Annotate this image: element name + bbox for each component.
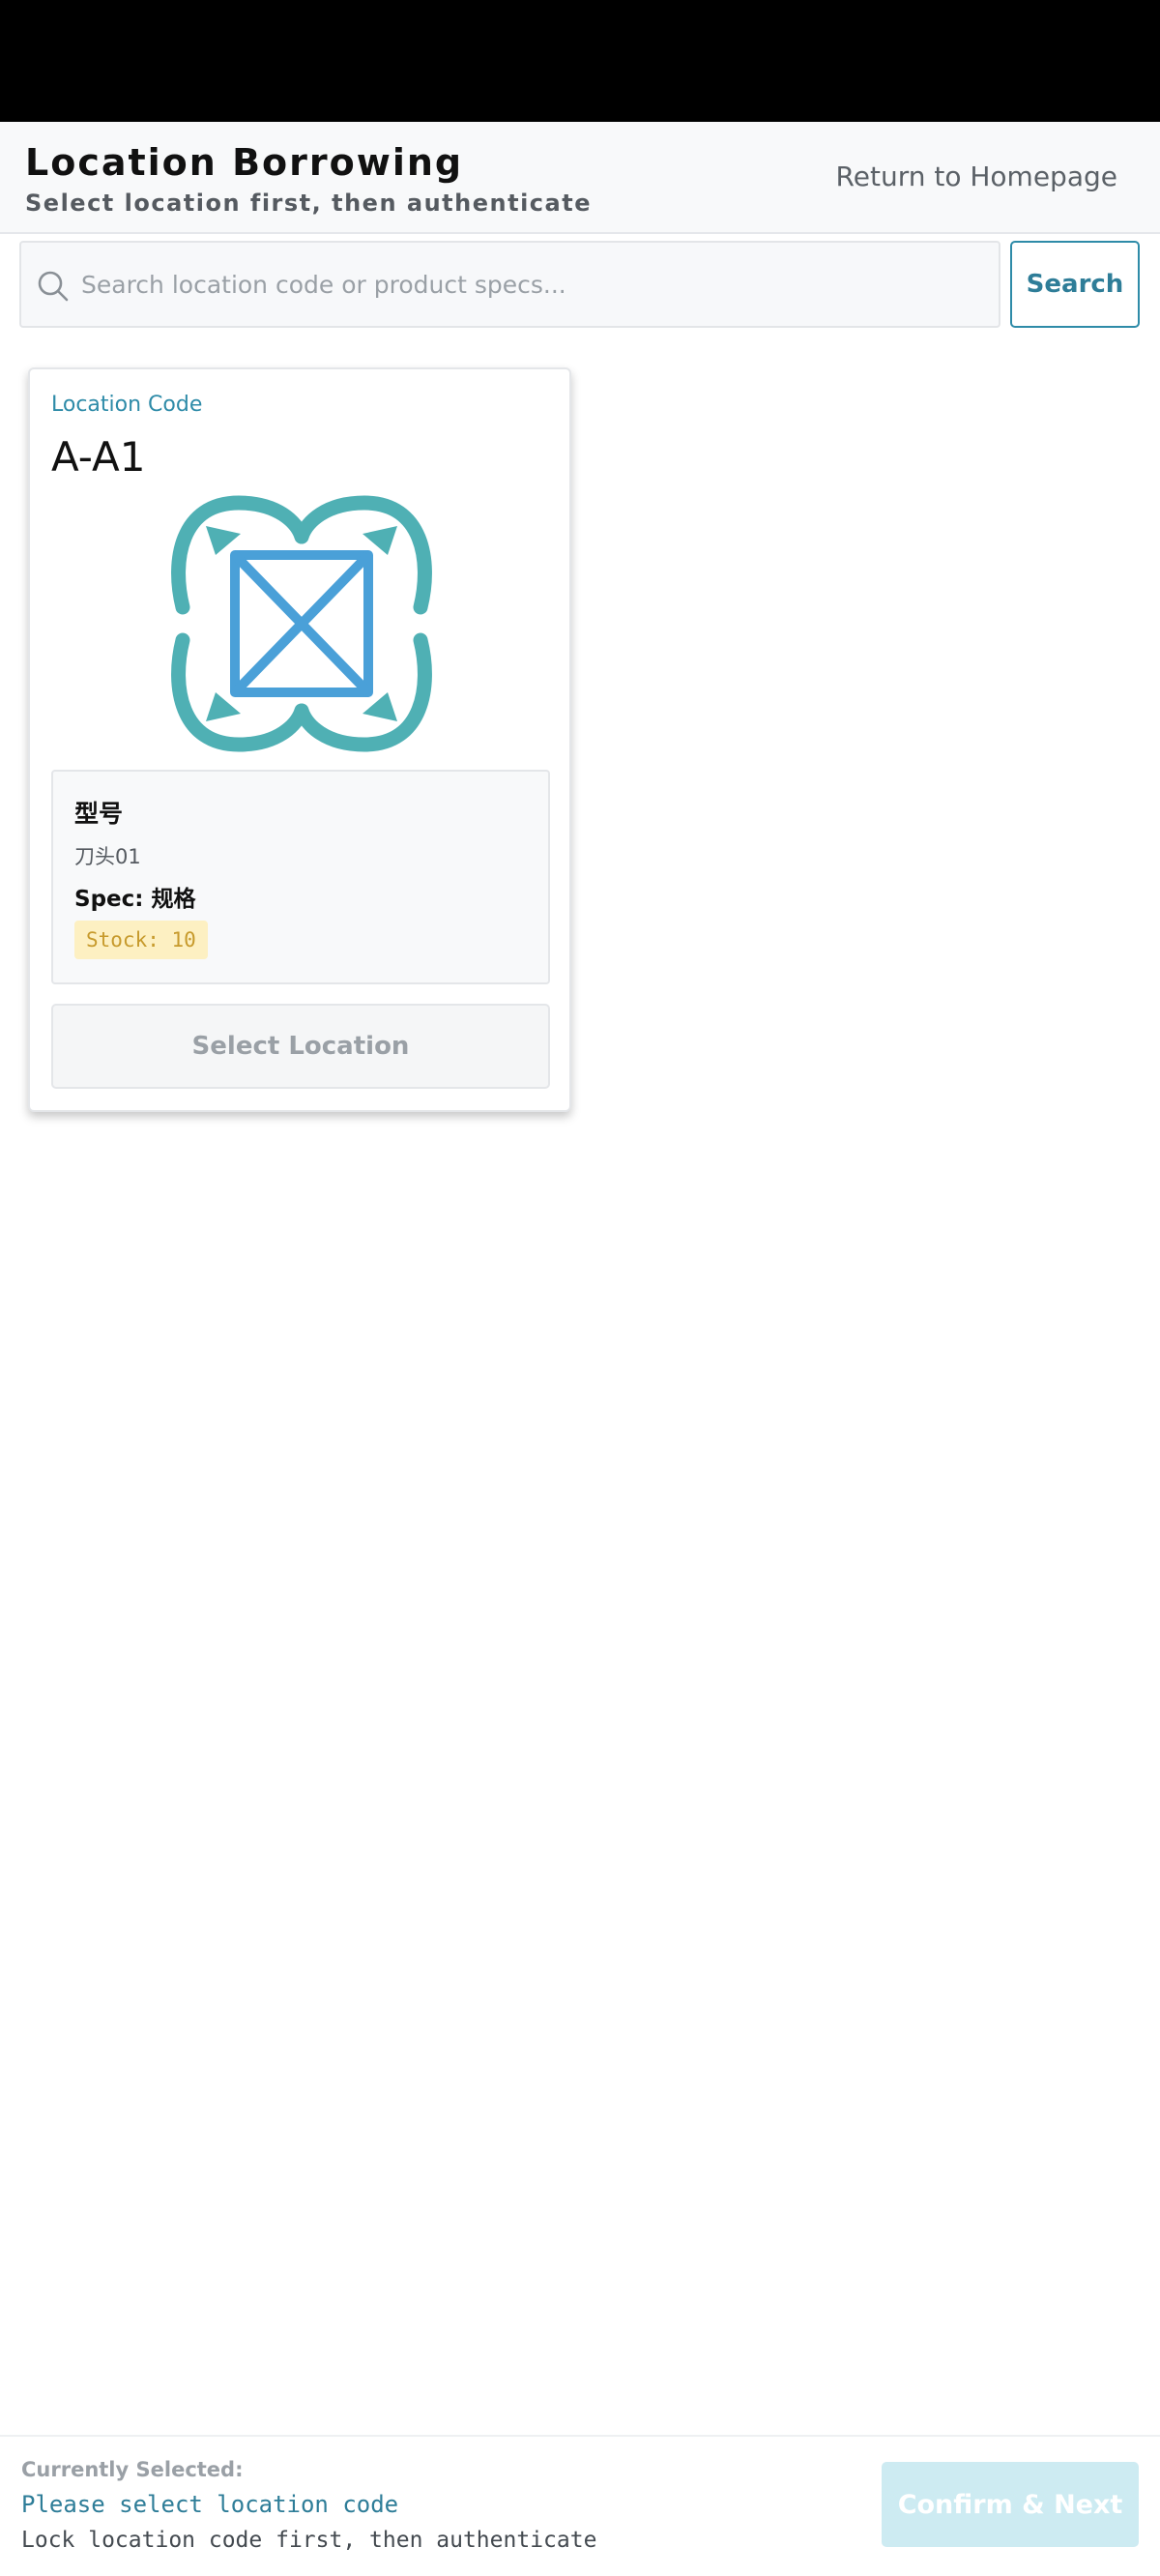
model-value: 刀头01: [74, 845, 141, 868]
page-header: Location Borrowing Select location first…: [0, 122, 1160, 234]
select-location-button[interactable]: Select Location: [51, 1004, 550, 1089]
location-code-label: Location Code: [51, 393, 203, 417]
spec-line: Spec: 规格: [74, 887, 196, 912]
stock-badge: Stock: 10: [74, 921, 208, 959]
product-info: 型号 刀头01 Spec: 规格 Stock: 10: [51, 770, 550, 984]
footer-bar: Currently Selected: Please select locati…: [0, 2435, 1160, 2576]
search-input[interactable]: [81, 243, 990, 326]
search-icon: [38, 271, 69, 302]
location-card: Location Code A-A1 型号 刀头01 Spec: 规格 Stoc…: [28, 367, 571, 1112]
confirm-next-button[interactable]: Confirm & Next: [882, 2462, 1139, 2547]
current-selection-value: Please select location code: [21, 2491, 399, 2518]
search-bar: [19, 241, 1000, 328]
selection-hint: Lock location code first, then authentic…: [21, 2528, 597, 2553]
search-button[interactable]: Search: [1010, 241, 1140, 328]
location-code-value: A-A1: [51, 433, 146, 481]
status-bar: [0, 0, 1160, 122]
return-home-link[interactable]: Return to Homepage: [836, 161, 1117, 192]
page-subtitle: Select location first, then authenticate: [25, 190, 592, 217]
model-title: 型号: [74, 800, 124, 828]
page-title: Location Borrowing: [25, 141, 464, 184]
product-logo-icon: [171, 495, 432, 752]
current-selection-label: Currently Selected:: [21, 2458, 244, 2481]
